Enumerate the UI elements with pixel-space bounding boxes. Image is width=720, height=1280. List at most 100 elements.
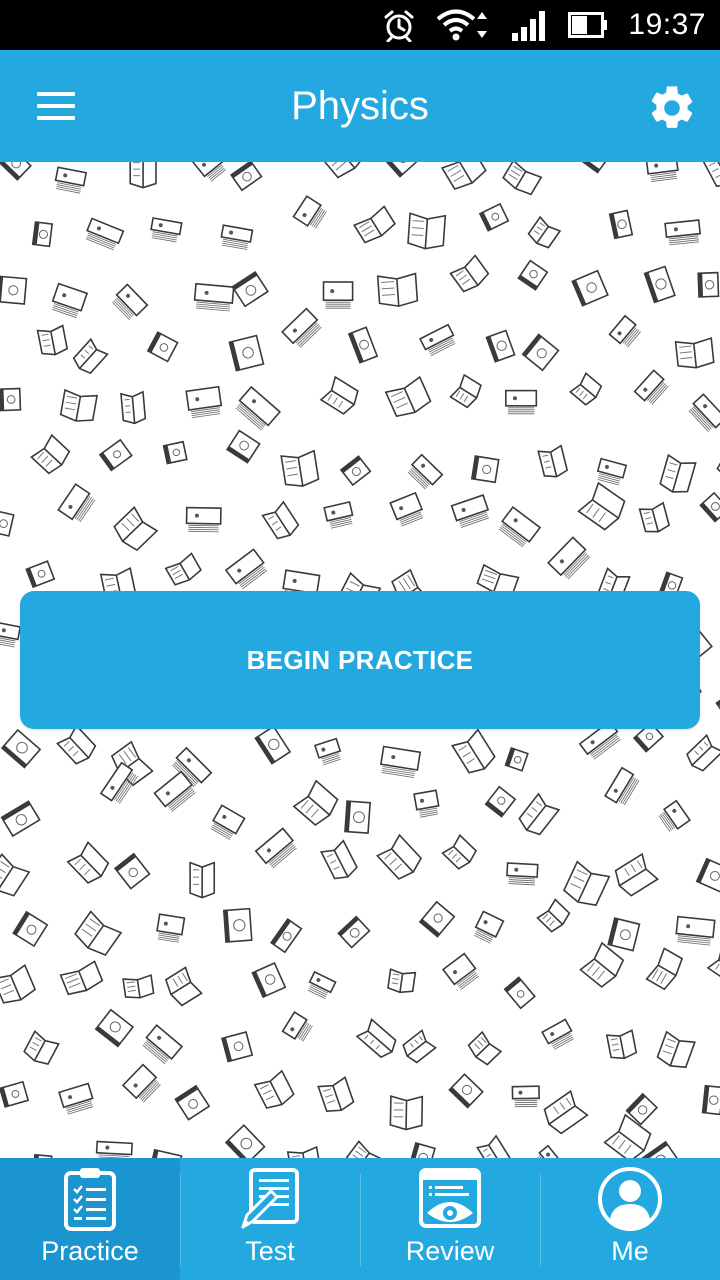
sketched-book [535,1144,564,1158]
sketched-book [664,219,702,246]
sketched-book [185,385,223,419]
sketched-book [608,209,634,240]
tab-me[interactable]: Me [540,1158,720,1280]
sketched-book [579,941,625,988]
sketched-book [57,483,96,523]
sketched-book [281,1011,313,1042]
sketched-book [562,860,611,907]
sketched-book [702,162,720,188]
sketched-book [270,917,303,954]
sketched-book [0,852,31,897]
sketched-book [484,785,517,818]
sketched-book [518,792,561,836]
sketched-book [607,917,641,952]
sketched-book [51,282,89,319]
sketched-book [470,455,500,484]
sketched-book [645,162,679,182]
sketched-book [66,841,110,884]
bottom-nav: Practice Test Review Me [0,1158,720,1280]
sketched-book [485,329,516,363]
sketched-book [353,205,396,244]
sketched-book [638,501,671,533]
sketched-book [317,1076,355,1112]
sketched-book [706,945,720,987]
sketched-book [440,162,487,191]
sketched-book [701,1084,720,1116]
sketched-book [251,962,287,999]
sketched-book [149,1148,183,1158]
sketched-book [674,337,715,369]
review-eye-icon [417,1166,483,1232]
sketched-book [643,265,676,304]
hamburger-menu-icon[interactable] [28,76,84,136]
sketched-book [337,915,371,949]
sketched-book [695,857,720,893]
sketched-book [59,960,104,996]
sketched-book [675,915,716,946]
sketched-book [716,443,720,488]
sketched-book [413,789,440,818]
sketched-book [656,1030,696,1069]
gear-icon[interactable] [646,82,698,134]
sketched-book [56,724,97,765]
sketched-book [339,455,372,487]
sketched-book [122,974,155,999]
sketched-book [418,900,456,938]
sketched-book [383,162,421,178]
sketched-book [0,621,22,648]
tab-test[interactable]: Test [180,1158,360,1280]
sketched-book [449,254,490,293]
app-bar: Physics [0,50,720,162]
sketched-book [688,393,720,432]
sketched-book [478,202,510,232]
sketched-book [389,1095,424,1131]
sketched-book [603,1113,652,1158]
sketched-book [222,907,253,943]
begin-practice-button[interactable]: BEGIN PRACTICE [20,591,700,729]
sketched-book [292,195,327,229]
sketched-book [286,1145,322,1158]
sketched-book [235,385,282,431]
sketched-book [224,1124,266,1158]
sketched-book [30,433,71,475]
sketched-book [59,388,99,422]
tab-practice-label: Practice [41,1236,139,1266]
sketched-book [604,766,640,806]
sketched-book [228,334,265,372]
sketched-book [387,968,417,994]
sketched-book [0,509,15,537]
practice-content: BEGIN PRACTICE [0,162,720,1158]
sketched-book [113,506,159,552]
sketched-book [345,1140,385,1158]
sketched-book [164,552,202,586]
sketched-book [129,162,157,189]
sketched-book [536,898,571,933]
sketched-book [0,963,37,1004]
sketched-book [448,1073,484,1109]
sketched-book [113,852,151,890]
sketched-book [191,162,227,182]
sketched-book [645,947,684,991]
sketched-book [517,259,549,291]
sketched-book [614,852,660,897]
sketched-book [355,1018,397,1059]
sketched-book [407,212,447,250]
sketched-book [313,737,342,766]
sketched-book [467,1030,503,1066]
tab-practice[interactable]: Practice [0,1158,180,1280]
sketched-book [292,779,339,827]
sketched-book [473,910,505,944]
sketched-book [31,221,54,248]
sketched-book [193,282,235,312]
tab-review[interactable]: Review [360,1158,540,1280]
tab-test-label: Test [245,1236,295,1266]
sketched-book [384,375,432,418]
sketched-book [189,861,216,899]
sketched-book [322,281,354,309]
sketched-book [379,745,422,778]
sketched-book [319,839,358,880]
sketched-book [450,494,490,528]
sketched-book [253,1069,295,1109]
sketched-book [220,224,254,250]
sketched-book [441,833,477,870]
